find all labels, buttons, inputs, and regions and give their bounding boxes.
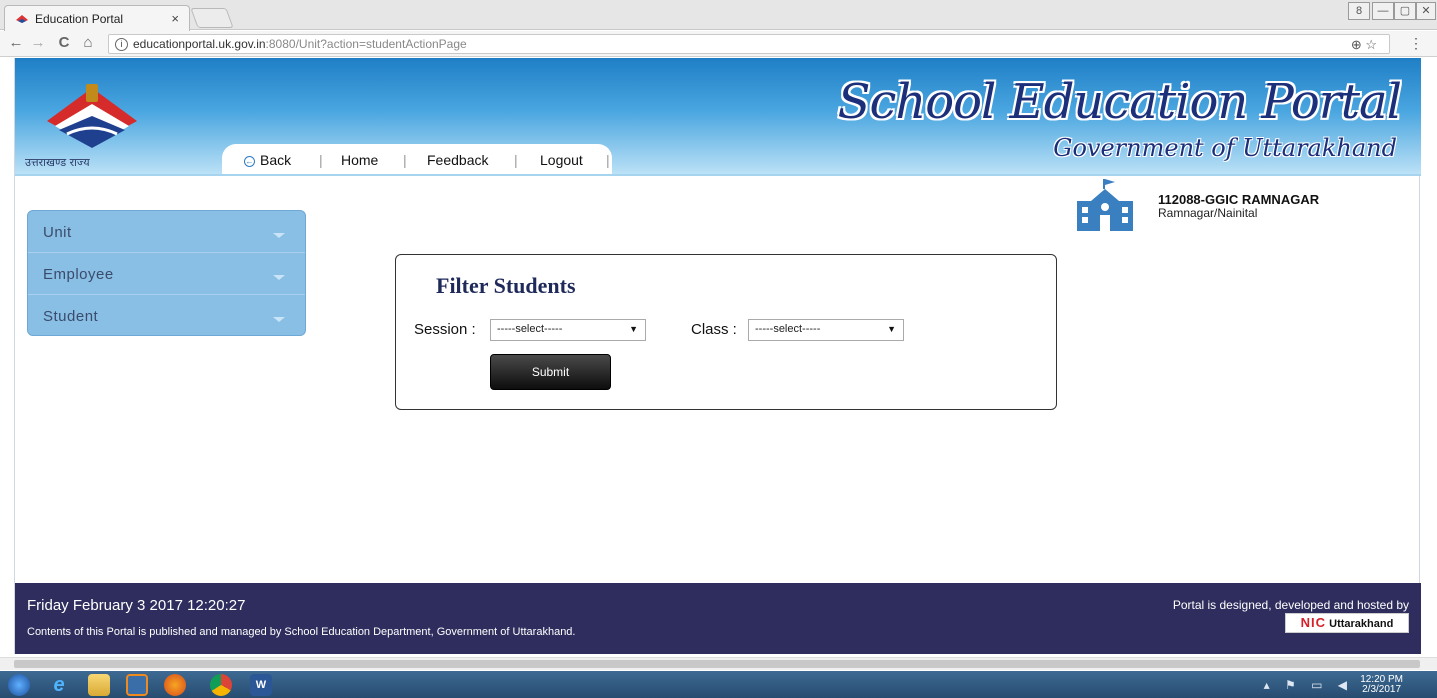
portal-title: School Education Portal	[837, 74, 1402, 130]
school-location: Ramnagar/Nainital	[1158, 206, 1258, 220]
nav-separator: |	[319, 152, 323, 168]
nav-separator: |	[403, 152, 407, 168]
nic-region-text: Uttarakhand	[1329, 618, 1394, 630]
chrome-icon[interactable]	[210, 674, 232, 696]
school-building-icon	[1077, 179, 1133, 231]
nav-separator: |	[514, 152, 518, 168]
site-info-icon[interactable]: i	[115, 38, 128, 51]
class-select[interactable]: -----select----- ▼	[748, 319, 904, 341]
sidebar-item-employee[interactable]: Employee	[28, 253, 305, 295]
portal-subtitle: Government of Uttarakhand	[1053, 134, 1397, 162]
browser-menu-icon[interactable]: ⋮	[1409, 35, 1423, 52]
system-tray-icons[interactable]: ▴ ⚑ ▭ ◀	[1264, 678, 1353, 692]
word-icon[interactable]: W	[250, 674, 272, 696]
address-bar: ← → C ⌂ i educationportal.uk.gov.in:8080…	[0, 31, 1437, 57]
chevron-down-icon	[273, 317, 285, 322]
nic-uttarakhand-logo[interactable]: NIC Uttarakhand	[1285, 613, 1409, 633]
school-name: 112088-GGIC RAMNAGAR	[1158, 192, 1320, 207]
clock-date: 2/3/2017	[1362, 684, 1402, 695]
window-minimize-button[interactable]: —	[1372, 2, 1394, 20]
window-maximize-button[interactable]: ▢	[1394, 2, 1416, 20]
portal-favicon-icon	[16, 15, 28, 23]
url-path: :8080/Unit?action=studentActionPage	[265, 37, 467, 51]
chevron-down-icon	[273, 233, 285, 238]
sidebar-item-student[interactable]: Student	[28, 295, 305, 335]
nav-back-link[interactable]: ← Back	[244, 152, 291, 168]
chevron-down-icon	[273, 275, 285, 280]
session-label: Session :	[414, 321, 476, 338]
zoom-bookmark-icons[interactable]: ⊕ ☆	[1351, 37, 1377, 53]
system-clock[interactable]: 12:20 PM 2/3/2017	[1360, 675, 1403, 695]
nic-logo-text: NIC	[1300, 615, 1327, 630]
uttarakhand-logo-icon	[47, 84, 137, 148]
sidebar-menu: Unit Employee Student	[27, 210, 306, 336]
sidebar-item-label: Unit	[43, 224, 72, 241]
window-close-button[interactable]: ✕	[1416, 2, 1436, 20]
session-select[interactable]: -----select----- ▼	[490, 319, 646, 341]
top-nav: ← Back | Home | Feedback | Logout |	[222, 144, 612, 176]
back-arrow-icon[interactable]: ←	[6, 34, 26, 51]
portal-page: उत्तराखण्ड राज्य ← Back | Home | Feedback…	[14, 58, 1421, 654]
sidebar-item-label: Student	[43, 308, 99, 325]
sidebar-item-label: Employee	[43, 266, 114, 283]
footer-datetime: Friday February 3 2017 12:20:27	[27, 597, 246, 614]
browser-tab[interactable]: Education Portal ×	[4, 5, 190, 31]
new-tab-button[interactable]	[190, 8, 234, 28]
logo-caption: उत्तराखण्ड राज्य	[25, 156, 90, 169]
footer-credit: Portal is designed, developed and hosted…	[1172, 598, 1409, 612]
firefox-icon[interactable]	[164, 674, 186, 696]
portal-header: उत्तराखण्ड राज्य ← Back | Home | Feedback…	[15, 58, 1421, 176]
file-explorer-icon[interactable]	[88, 674, 110, 696]
nav-home-link[interactable]: Home	[341, 152, 378, 168]
reload-icon[interactable]: C	[54, 34, 74, 51]
submit-button[interactable]: Submit	[490, 354, 611, 390]
horizontal-scrollbar[interactable]	[0, 657, 1437, 670]
nav-separator: |	[606, 152, 610, 168]
footer-contents-note: Contents of this Portal is published and…	[27, 626, 576, 638]
back-circle-icon: ←	[244, 156, 255, 167]
browser-tabbar: Education Portal × 8 — ▢ ✕	[0, 0, 1437, 31]
nav-logout-link[interactable]: Logout	[540, 152, 583, 168]
filter-title: Filter Students	[436, 273, 576, 298]
internet-explorer-icon[interactable]: e	[48, 674, 70, 696]
window-profile-button[interactable]: 8	[1348, 2, 1370, 20]
dropdown-caret-icon: ▼	[887, 324, 896, 334]
tab-title: Education Portal	[35, 12, 124, 26]
start-button-icon[interactable]	[8, 674, 30, 696]
class-label: Class :	[691, 321, 737, 338]
class-select-value: -----select-----	[755, 323, 821, 335]
forward-arrow-icon[interactable]: →	[28, 34, 48, 51]
url-host: educationportal.uk.gov.in	[133, 37, 266, 51]
scrollbar-thumb[interactable]	[14, 660, 1420, 668]
dropdown-caret-icon: ▼	[629, 324, 638, 334]
url-input[interactable]: i educationportal.uk.gov.in:8080/Unit?ac…	[108, 34, 1390, 54]
session-select-value: -----select-----	[497, 323, 563, 335]
portal-footer: Friday February 3 2017 12:20:27 Contents…	[15, 583, 1421, 654]
tab-close-icon[interactable]: ×	[171, 11, 179, 26]
home-icon[interactable]: ⌂	[78, 34, 98, 51]
nav-feedback-link[interactable]: Feedback	[427, 152, 488, 168]
media-player-icon[interactable]	[126, 674, 148, 696]
windows-taskbar: e W ▴ ⚑ ▭ ◀ 12:20 PM 2/3/2017	[0, 671, 1437, 698]
sidebar-item-unit[interactable]: Unit	[28, 211, 305, 253]
filter-students-panel: Filter Students Session : -----select---…	[395, 254, 1057, 410]
